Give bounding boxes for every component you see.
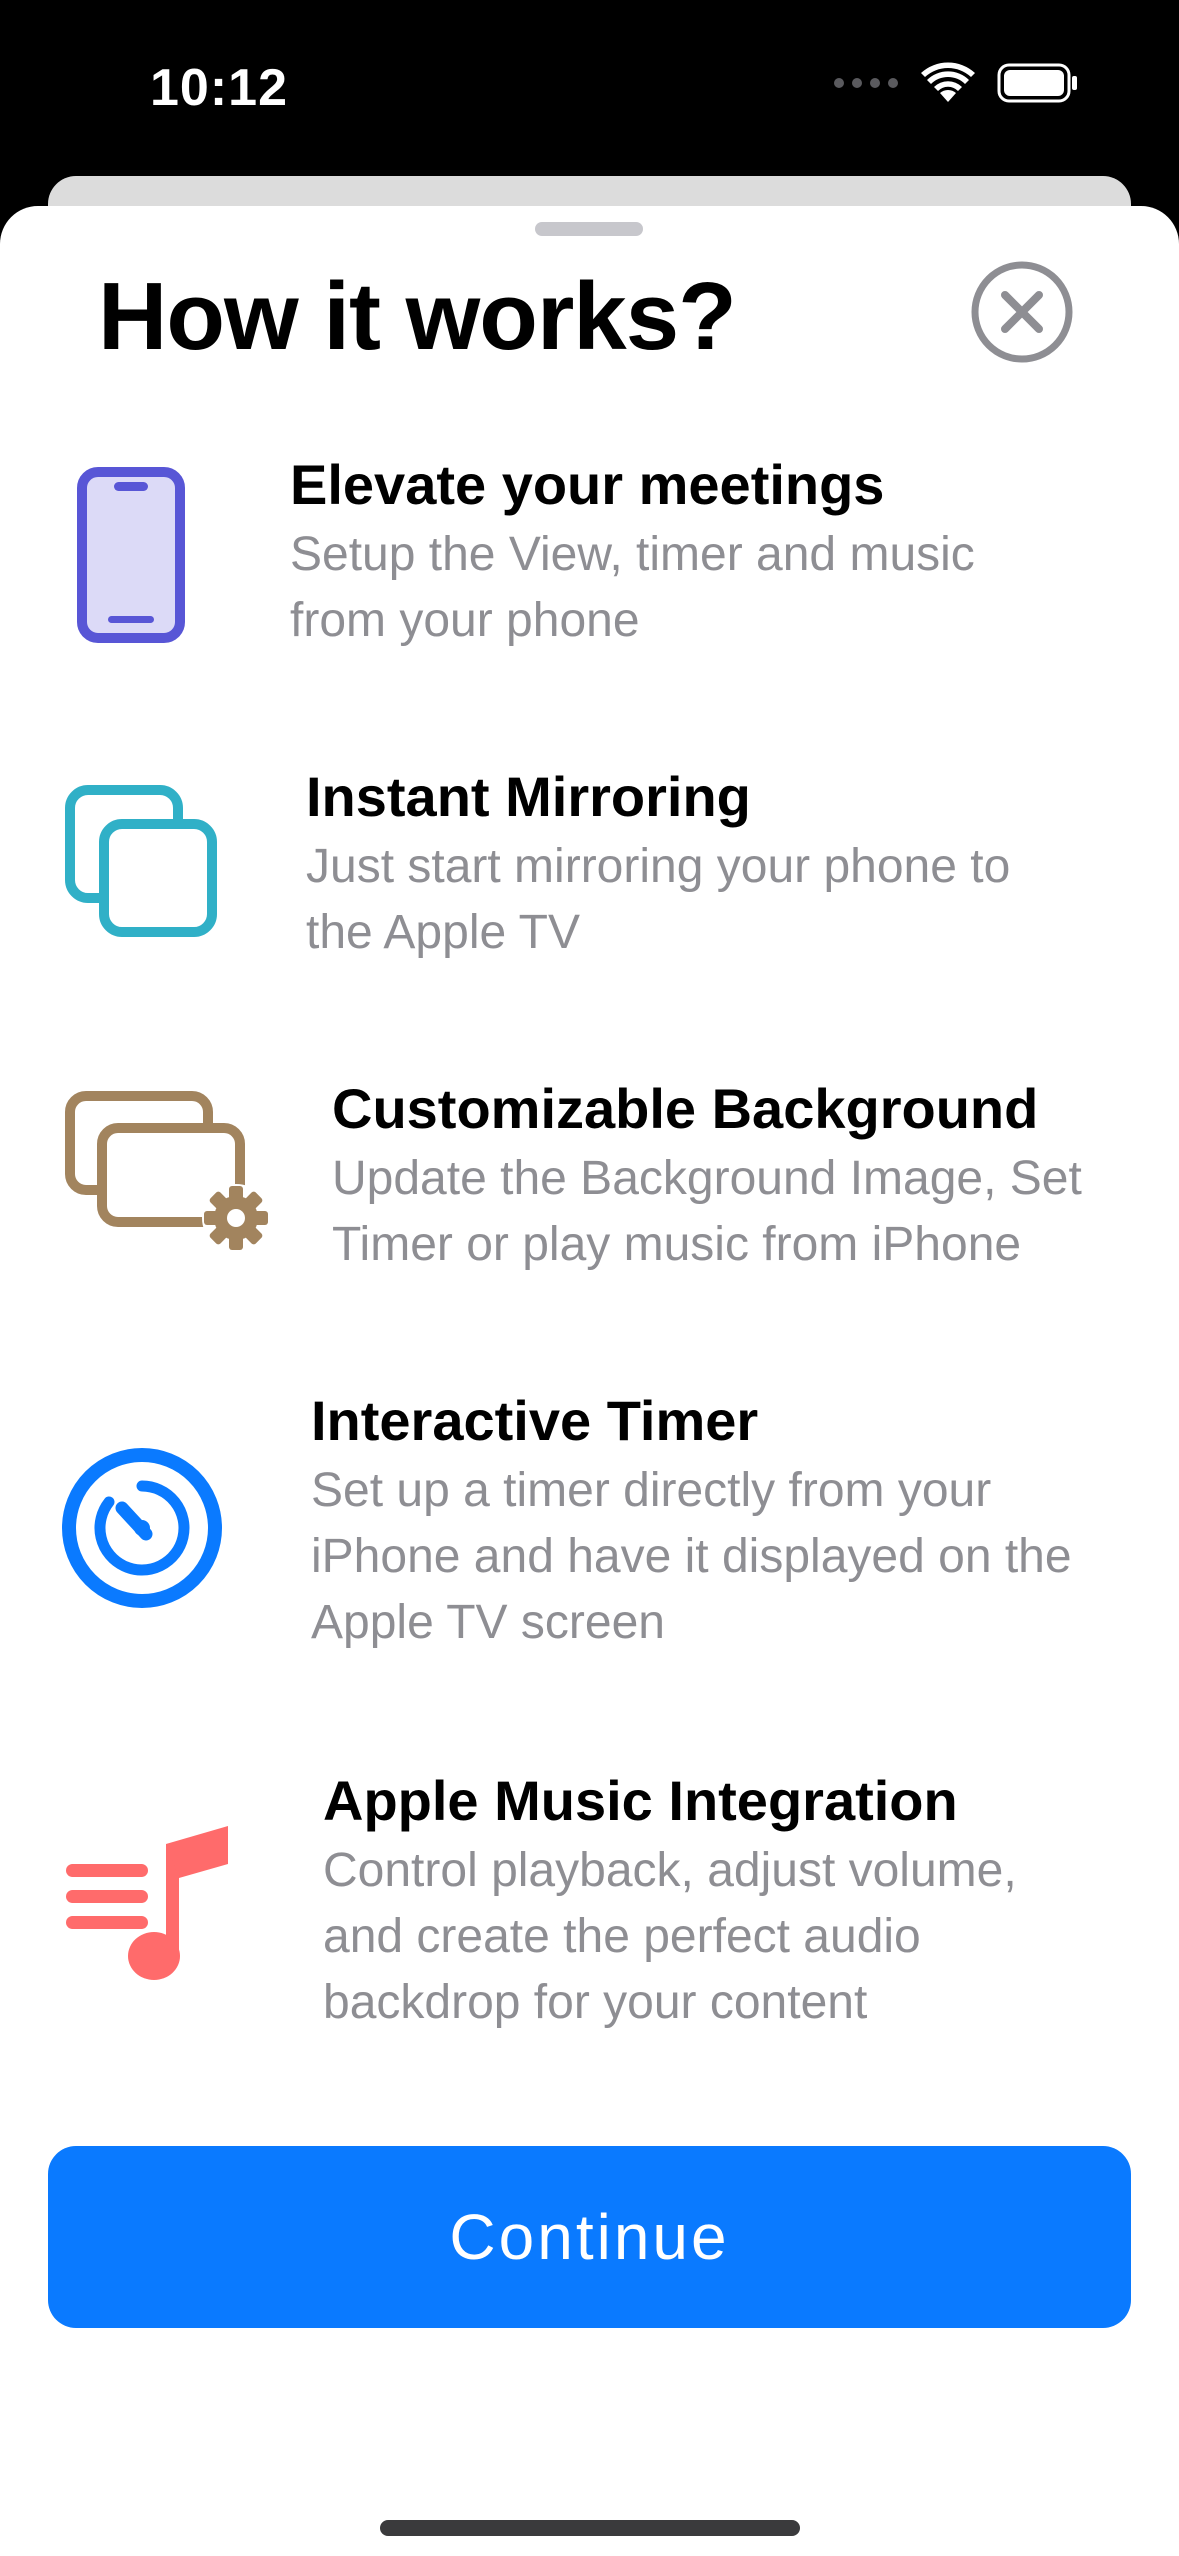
home-indicator[interactable]: [380, 2520, 800, 2536]
feature-title: Interactive Timer: [311, 1389, 759, 1452]
phone-icon: [76, 466, 186, 649]
feature-description: Update the Background Image, Set Timer o…: [332, 1152, 1082, 1271]
feature-interactive-timer: Interactive Timer Set up a timer directl…: [0, 1386, 1179, 1666]
feature-customizable-background: Customizable Background Update the Backg…: [0, 1074, 1179, 1284]
close-circle-icon: [970, 261, 1074, 368]
background-settings-icon: [64, 1090, 276, 1265]
signal-dots-icon: [833, 76, 899, 95]
feature-apple-music-integration: Apple Music Integration Control playback…: [0, 1766, 1179, 2046]
music-list-icon: [66, 1826, 236, 2001]
status-icons: [833, 62, 1079, 109]
feature-description: Control playback, adjust volume, and cre…: [323, 1844, 1017, 2029]
battery-icon: [997, 63, 1079, 108]
mirroring-icon: [64, 784, 218, 943]
how-it-works-sheet: How it works? Elevate your meetings Setu…: [0, 206, 1179, 2556]
feature-description: Setup the View, timer and music from you…: [290, 528, 975, 647]
sheet-grabber[interactable]: [535, 222, 643, 236]
continue-button[interactable]: Continue: [48, 2146, 1131, 2328]
status-time: 10:12: [150, 59, 288, 117]
feature-title: Apple Music Integration: [323, 1769, 958, 1832]
feature-description: Just start mirroring your phone to the A…: [306, 840, 1011, 959]
feature-title: Elevate your meetings: [290, 453, 885, 516]
feature-elevate-meetings: Elevate your meetings Setup the View, ti…: [0, 450, 1179, 660]
wifi-icon: [921, 62, 975, 109]
status-bar: 10:12: [0, 0, 1179, 170]
feature-description: Set up a timer directly from your iPhone…: [311, 1464, 1072, 1649]
feature-instant-mirroring: Instant Mirroring Just start mirroring y…: [0, 762, 1179, 972]
feature-title: Customizable Background: [332, 1077, 1039, 1140]
timer-icon: [60, 1446, 224, 1615]
close-button[interactable]: [970, 260, 1074, 364]
sheet-title: How it works?: [98, 263, 737, 370]
feature-title: Instant Mirroring: [306, 765, 751, 828]
